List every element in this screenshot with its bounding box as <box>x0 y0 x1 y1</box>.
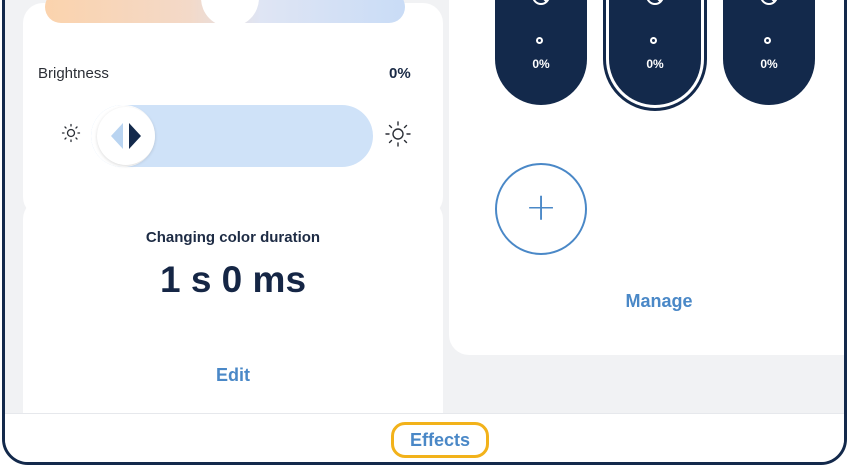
color-slot-1[interactable]: 0% <box>495 0 587 105</box>
dot-icon <box>764 37 771 44</box>
plus-icon: + <box>525 185 557 229</box>
app-frame: Brightness 0% Changing color duration 1 … <box>2 0 847 465</box>
manage-colors-button[interactable]: Manage <box>605 291 713 312</box>
no-color-icon <box>646 0 664 5</box>
color-slot-percent: 0% <box>646 57 664 71</box>
add-color-button[interactable]: + <box>495 163 587 255</box>
dot-icon <box>650 37 657 44</box>
color-slot-2[interactable]: 0% <box>603 0 707 111</box>
color-slot-3[interactable]: 0% <box>723 0 815 105</box>
color-slot-percent: 0% <box>532 57 550 71</box>
brightness-value: 0% <box>389 65 411 82</box>
dot-icon <box>536 37 543 44</box>
brightness-label: Brightness <box>38 65 109 82</box>
brightness-low-icon <box>61 123 81 143</box>
no-color-icon <box>532 0 550 5</box>
tab-effects[interactable]: Effects <box>391 422 489 458</box>
brightness-slider-thumb[interactable] <box>97 107 155 165</box>
color-slot-percent: 0% <box>760 57 778 71</box>
brightness-high-icon <box>385 121 411 147</box>
no-color-icon <box>760 0 778 5</box>
duration-edit-button[interactable]: Edit <box>23 365 443 386</box>
slider-arrows-icon <box>111 123 141 149</box>
duration-value: 1 s 0 ms <box>159 259 307 300</box>
duration-title: Changing color duration <box>145 229 321 246</box>
